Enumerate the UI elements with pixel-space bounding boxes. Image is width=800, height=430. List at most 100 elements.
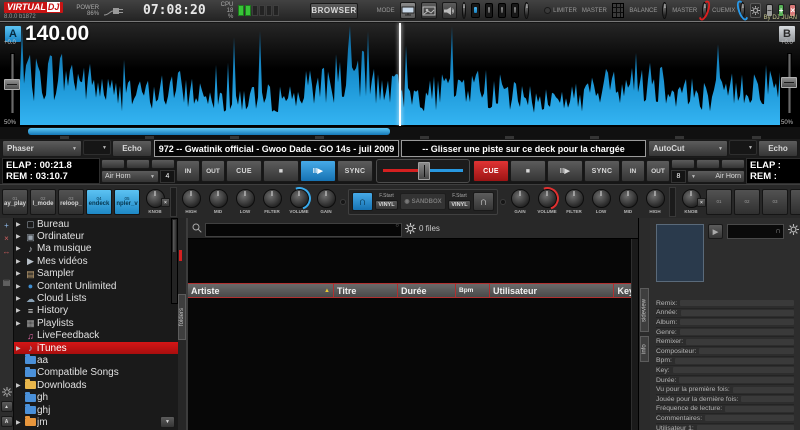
sampler-shortcut-icon[interactable]: ▤ (2, 278, 11, 287)
tree-expand-icon[interactable]: ▶ (16, 295, 24, 302)
tab-folders[interactable]: folders (178, 294, 186, 340)
deck-a-play-button[interactable]: II▶ (300, 160, 336, 182)
deck-a-sync-button[interactable]: SYNC (337, 160, 373, 182)
crossfader-handle[interactable] (418, 162, 430, 180)
sampler-knob[interactable] (524, 2, 529, 19)
tree-expand-icon[interactable]: ▶ (16, 419, 24, 426)
scroll-up-button[interactable]: ▴ (1, 401, 13, 412)
close-icon[interactable]: × (697, 198, 706, 207)
eq-knob[interactable]: LOW (233, 189, 257, 214)
add-shortcut-icon[interactable]: + (2, 221, 11, 230)
deck-a-progress-bar[interactable] (28, 128, 390, 135)
folder-tree-item[interactable]: ▶ ● Content Unlimited ▼ (14, 280, 178, 292)
eq-knob[interactable]: MID (206, 189, 230, 214)
deck-a-pitch-slider[interactable]: +0.0 50% (3, 45, 20, 122)
browser-button[interactable]: BROWSER (310, 3, 357, 19)
tree-expand-icon[interactable]: ▶ (16, 382, 24, 389)
eq-knob[interactable]: FILTER (562, 189, 586, 214)
deck-a-vinyl-button[interactable]: VINYL (375, 200, 398, 210)
hotcue-button[interactable] (671, 159, 695, 169)
performance-pad[interactable]: 04 endeck (86, 189, 112, 215)
sort-az-button[interactable]: A (1, 416, 13, 427)
folder-tree-item[interactable]: ▶ ♫ LiveFeedback ▼ (14, 330, 178, 342)
deck-b-pfl-button[interactable]: ∩ (473, 192, 494, 211)
folder-tree-item[interactable]: ▶ Downloads ▼ (14, 379, 178, 391)
deck-b-param-knob[interactable]: KNOB × (678, 189, 704, 214)
deck-b-play-button[interactable]: II▶ (547, 160, 583, 182)
mic-knob[interactable] (462, 2, 467, 19)
chevron-down-icon[interactable]: ▼ (160, 416, 175, 428)
folder-tree-item[interactable]: ▶ ▶ Mes vidéos ▼ (14, 255, 178, 267)
folder-options-gear-icon[interactable] (2, 387, 12, 397)
folder-tree-item[interactable]: ▶ ≡ History ▼ (14, 305, 178, 317)
close-icon[interactable]: × (161, 198, 170, 207)
deck-a-loop-in-button[interactable]: IN (176, 160, 200, 182)
folder-tree-item[interactable]: ▶ ♪ iTunes ▼ (14, 342, 178, 354)
prelisten-progress-bar[interactable]: ∩ (727, 224, 784, 239)
waveform-area[interactable]: A 140.00 B +0.0 50% +0.0 50% (0, 23, 800, 126)
deck-a-pfl-button[interactable]: ∩ (352, 192, 373, 211)
settings-button[interactable] (750, 3, 761, 18)
deck-b-loop-out-button[interactable]: OUT (646, 160, 670, 182)
deck-b-pitch-slider[interactable]: +0.0 50% (780, 45, 797, 122)
deck-b-loop-in-button[interactable]: IN (621, 160, 645, 182)
deck-b-stop-button[interactable]: ■ (510, 160, 546, 182)
eq-knob[interactable]: MID (616, 189, 640, 214)
deck-a-sampler-select[interactable]: Air Horn▼ (101, 170, 159, 183)
tree-expand-icon[interactable]: ▶ (16, 233, 24, 240)
deck-b-fx-select[interactable]: AutoCut▼ (648, 140, 728, 157)
search-options-gear-icon[interactable] (405, 223, 416, 234)
hotcue-button[interactable] (696, 159, 720, 169)
prelisten-gear-icon[interactable] (788, 224, 799, 235)
deck2-volume-slider[interactable] (485, 3, 493, 18)
sandbox-button[interactable]: ◉SANDBOX (400, 193, 446, 210)
mode-monitor-button[interactable] (400, 2, 416, 19)
tree-expand-icon[interactable]: ▶ (16, 245, 24, 252)
tree-expand-icon[interactable]: ▶ (16, 320, 24, 327)
deck-b-sampler-number[interactable]: 8 (671, 170, 686, 183)
folder-tree-item[interactable]: ▶ aa ▼ (14, 354, 178, 366)
deck-a-sampler-number[interactable]: 4 (160, 170, 175, 183)
column-header[interactable]: Bpm (456, 284, 490, 297)
folder-tree-item[interactable]: ▶ ghj ▼ (14, 404, 178, 416)
balance-knob[interactable] (662, 2, 667, 19)
mode-video-button[interactable] (421, 2, 437, 19)
master-knob[interactable] (702, 2, 707, 19)
tab-sideview[interactable]: sideview (640, 288, 649, 332)
clear-search-icon[interactable]: ○ (395, 223, 399, 229)
column-header[interactable]: Durée (398, 284, 456, 297)
pitch-handle[interactable] (4, 79, 20, 90)
hotcue-button[interactable] (721, 159, 745, 169)
tab-info[interactable]: info (640, 336, 649, 362)
performance-pad[interactable]: 03 (762, 189, 788, 215)
tree-expand-icon[interactable]: ▶ (16, 307, 24, 314)
deck-b-sync-button[interactable]: SYNC (584, 160, 620, 182)
deck4-volume-slider[interactable] (511, 3, 519, 18)
tree-scrollbar[interactable] (171, 218, 178, 304)
folder-tree-item[interactable]: ▶ ▦ Playlists ▼ (14, 317, 178, 329)
performance-pad[interactable]: 05 npler_v (114, 189, 140, 215)
eq-knob[interactable]: LOW (589, 189, 613, 214)
hotcue-button[interactable] (126, 159, 150, 169)
eq-knob[interactable]: HIGH (179, 189, 203, 214)
swap-icon[interactable]: ↔ (2, 247, 11, 256)
track-list-empty[interactable] (188, 298, 638, 430)
hotcue-button[interactable] (101, 159, 125, 169)
column-header[interactable]: Artiste ▲ (188, 284, 334, 297)
deck-a-fx-select[interactable]: Phaser▼ (2, 140, 82, 157)
cuemix-knob[interactable] (740, 2, 745, 19)
folder-tree-item[interactable]: ▶ ▢ Bureau ▼ (14, 218, 178, 230)
folder-tree-item[interactable]: ▶ ☁ Cloud Lists ▼ (14, 292, 178, 304)
eq-knob[interactable]: GAIN (508, 189, 532, 214)
search-input[interactable] (205, 223, 402, 237)
hotcue-button[interactable] (151, 159, 175, 169)
deck-b-echo-button[interactable]: Echo (758, 140, 798, 157)
deck-a-loop-out-button[interactable]: OUT (201, 160, 225, 182)
column-header[interactable]: Utilisateur (490, 284, 614, 297)
performance-pad[interactable]: 04 (790, 189, 800, 215)
deck-b-sampler-select[interactable]: ▼Air Horn (687, 170, 745, 183)
eq-knob[interactable]: VOLUME (535, 189, 559, 214)
list-scrollbar[interactable] (631, 239, 638, 430)
folder-tree-item[interactable]: ▶ jm ▼ (14, 416, 178, 428)
eq-knob[interactable]: HIGH (643, 189, 667, 214)
